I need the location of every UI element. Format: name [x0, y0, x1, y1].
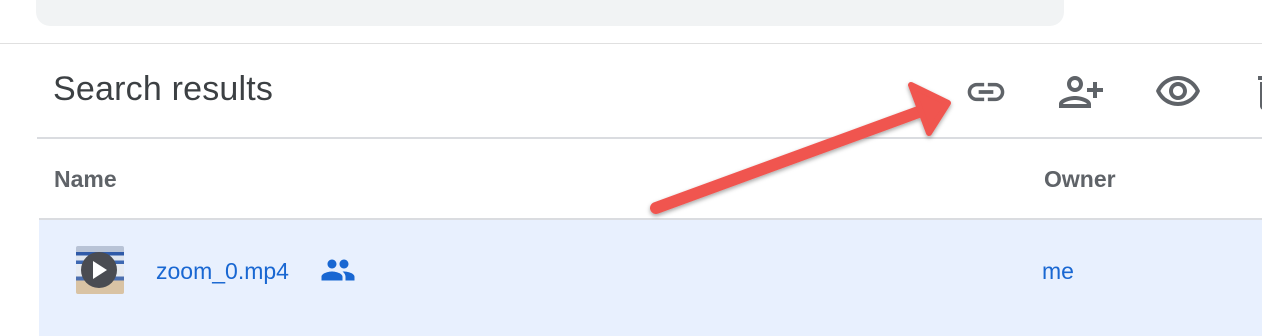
- table-row[interactable]: zoom_0.mp4 me: [39, 220, 1262, 336]
- page-title: Search results: [53, 70, 274, 108]
- column-header-name[interactable]: Name: [54, 166, 117, 193]
- drive-search-results: Search results Name Owner zoom_0.mp4 me: [0, 0, 1262, 336]
- eye-icon[interactable]: [1154, 68, 1202, 116]
- search-bar[interactable]: [36, 0, 1064, 26]
- column-header-owner[interactable]: Owner: [1044, 166, 1116, 193]
- trash-icon[interactable]: [1248, 68, 1262, 116]
- link-icon[interactable]: [962, 68, 1010, 116]
- top-divider: [0, 43, 1262, 44]
- header-divider: [37, 137, 1262, 139]
- shared-people-icon: [320, 256, 356, 284]
- file-name[interactable]: zoom_0.mp4: [156, 258, 289, 285]
- video-thumbnail: [76, 246, 124, 294]
- person-add-icon[interactable]: [1057, 68, 1105, 116]
- video-play-icon: [81, 252, 117, 288]
- owner-value: me: [1042, 258, 1074, 284]
